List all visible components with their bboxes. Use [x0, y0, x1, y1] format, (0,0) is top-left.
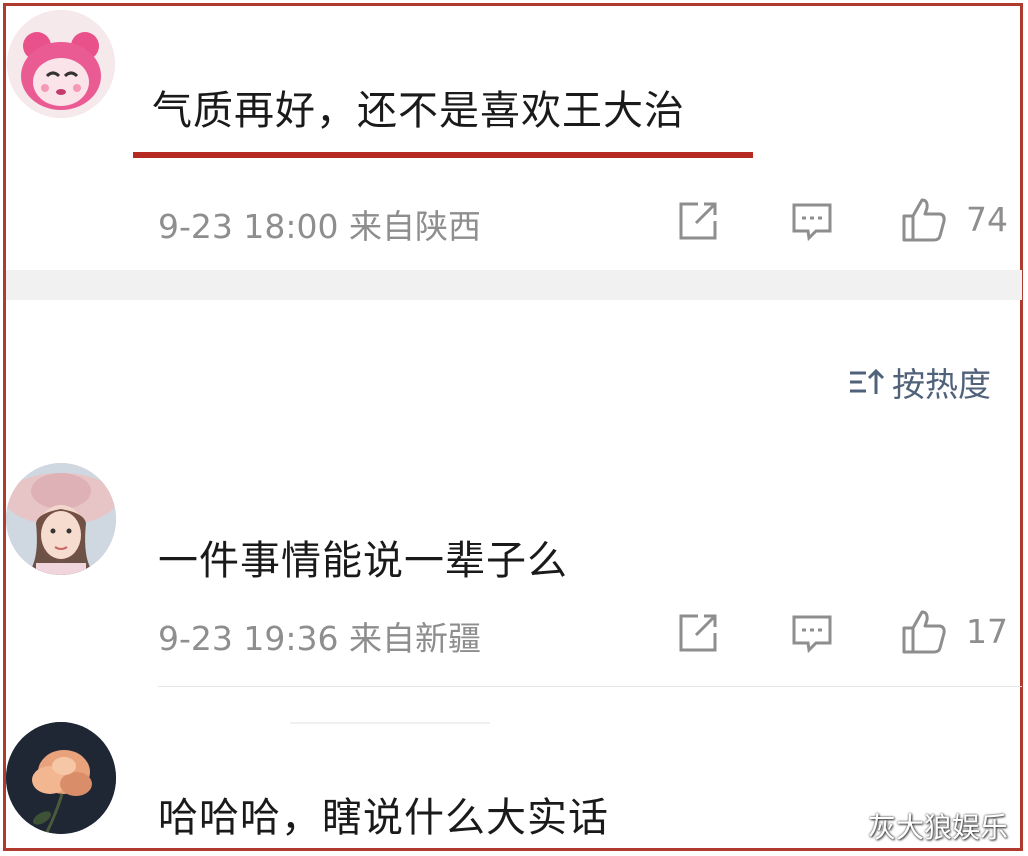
sort-label: 按热度: [892, 365, 991, 404]
comment-separator: [290, 722, 490, 724]
avatar[interactable]: [7, 10, 115, 118]
avatar[interactable]: [6, 463, 116, 575]
comment-text: 一件事情能说一辈子么: [158, 538, 568, 584]
like-icon[interactable]: [900, 608, 946, 654]
sort-by-hot-button[interactable]: 按热度: [848, 360, 991, 404]
comment-icon[interactable]: [790, 199, 834, 243]
comment-meta: 9-23 19:36 来自新疆: [158, 619, 481, 658]
like-count: 17: [966, 612, 1008, 651]
flower-avatar-icon: [6, 722, 116, 834]
comment-text: 哈哈哈，瞎说什么大实话: [158, 795, 609, 841]
share-icon[interactable]: [676, 199, 720, 243]
pink-cartoon-avatar-icon: [7, 10, 115, 118]
sort-icon: [850, 368, 885, 394]
comment-text: 气质再好，还不是喜欢王大治: [152, 88, 685, 134]
comment-separator: [158, 686, 1022, 687]
section-divider: [6, 270, 1022, 300]
watermark: 灰大狼娱乐: [868, 811, 1009, 844]
like-icon[interactable]: [900, 196, 946, 242]
share-icon[interactable]: [676, 611, 720, 655]
comment-meta: 9-23 18:00 来自陕西: [158, 207, 481, 246]
like-count: 74: [966, 200, 1008, 239]
comment-icon[interactable]: [790, 611, 834, 655]
red-underline-annotation: [133, 152, 753, 158]
woman-hat-avatar-icon: [6, 463, 116, 575]
avatar[interactable]: [6, 722, 116, 834]
